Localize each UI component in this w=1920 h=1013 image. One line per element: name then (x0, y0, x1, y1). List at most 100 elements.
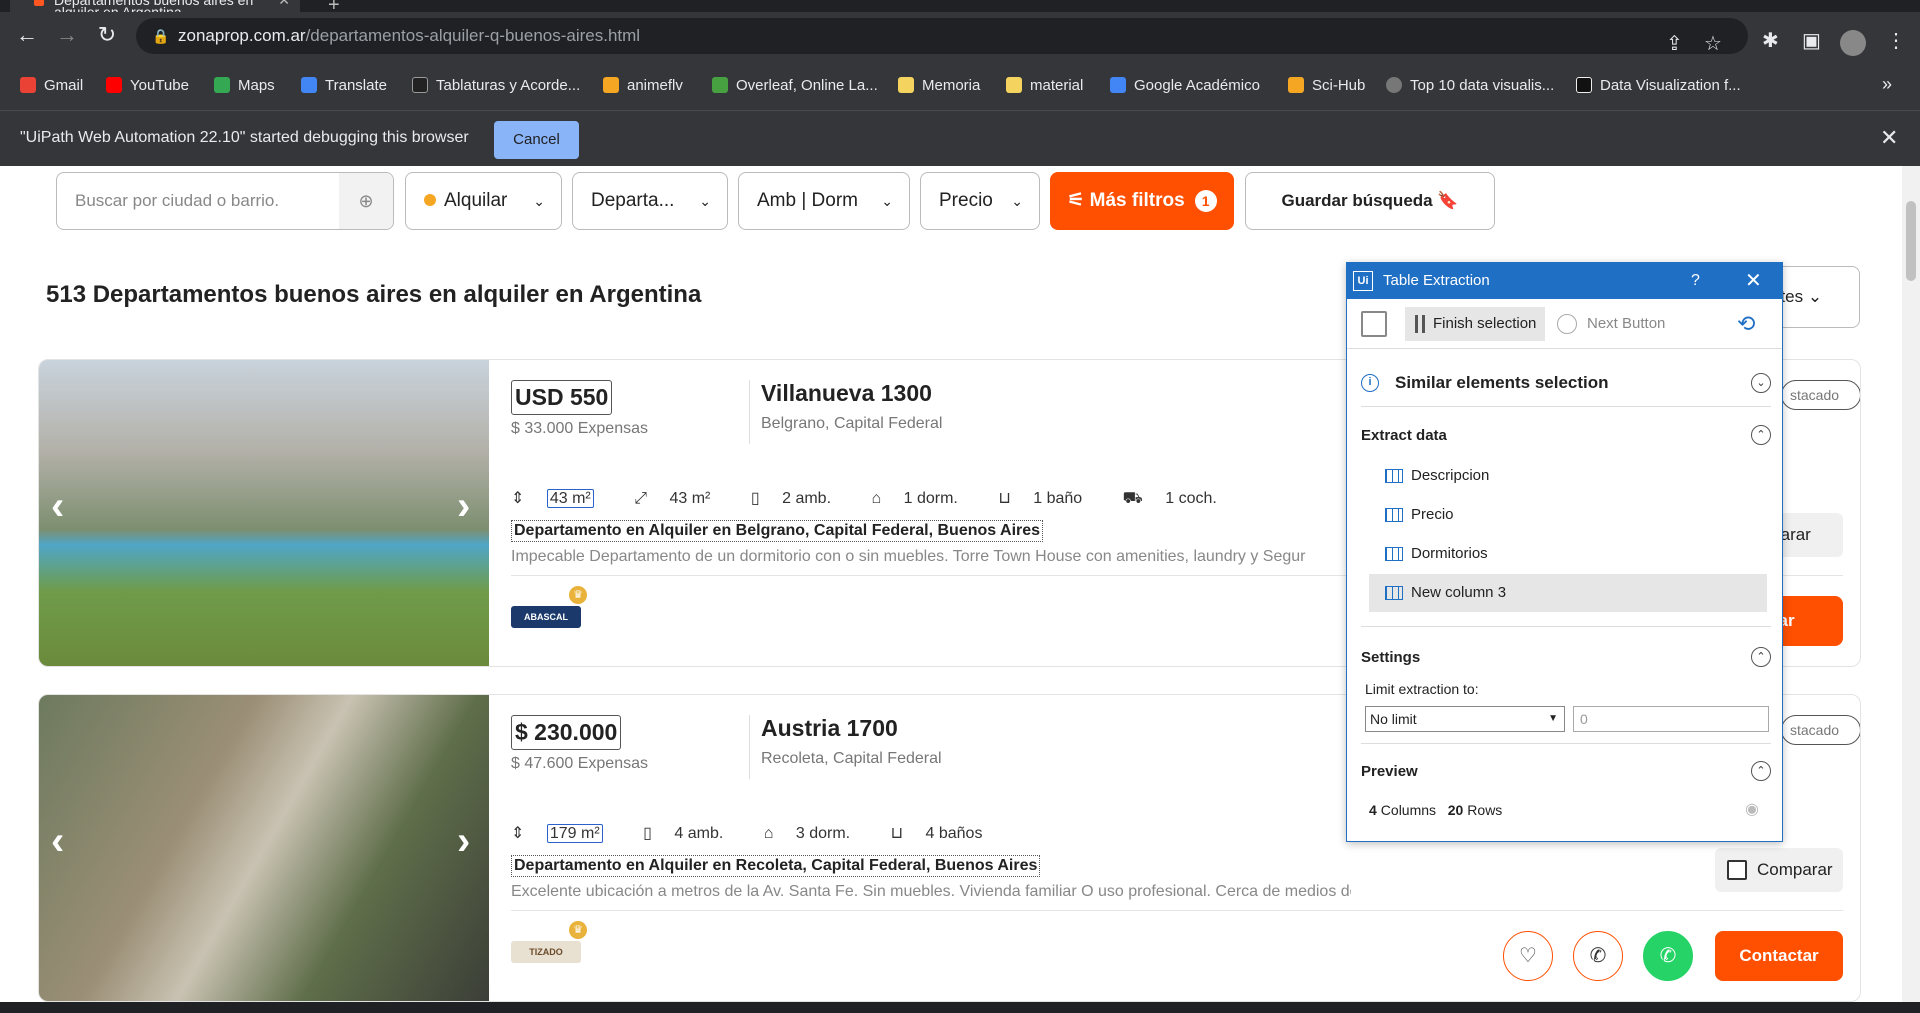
listing-expensas: $ 47.600 Expensas (511, 755, 648, 772)
expand-icon: ⤢ (634, 490, 648, 507)
prev-photo-icon[interactable]: ‹ (51, 819, 64, 864)
bookmark-youtube[interactable]: YouTube (106, 77, 189, 94)
column-item[interactable]: Precio (1369, 496, 1767, 534)
animeflv-icon (603, 77, 619, 93)
sliders-icon: ⚟ (1067, 190, 1090, 211)
more-filters-button[interactable]: ⚟ Más filtros 1 (1050, 172, 1234, 230)
preview-label: Preview (1361, 763, 1418, 780)
bookmark-scihub[interactable]: Sci-Hub (1288, 77, 1365, 94)
column-item[interactable]: Dormitorios (1369, 535, 1767, 573)
page-content: Buscar por ciudad o barrio. ⊕ Alquilar ⌄ … (0, 166, 1920, 1013)
collapse-toggle-icon[interactable]: ⌃ (1751, 647, 1771, 667)
listing-address[interactable]: Austria 1700 (761, 715, 898, 742)
menu-icon[interactable]: ⋮ (1886, 28, 1906, 53)
search-input[interactable]: Buscar por ciudad o barrio. ⊕ (56, 172, 394, 230)
cancel-debug-button[interactable]: Cancel (494, 121, 579, 159)
back-icon[interactable]: ← (12, 22, 42, 48)
lock-icon: 🔒 (152, 28, 170, 44)
column-item[interactable]: New column 3 (1369, 574, 1767, 612)
extensions-icon[interactable]: ✱ (1762, 28, 1779, 53)
bookmark-material[interactable]: material (1006, 77, 1083, 94)
listing-photo[interactable]: ‹ › (39, 695, 489, 1001)
featured-badge: stacado (1781, 380, 1860, 410)
side-panel-icon[interactable]: ▣ (1802, 28, 1821, 53)
bookmark-translate[interactable]: Translate (301, 77, 387, 94)
listing-location: Belgrano, Capital Federal (761, 415, 943, 432)
settings-label: Settings (1361, 649, 1421, 666)
help-icon[interactable]: ? (1691, 263, 1700, 299)
limit-number-input[interactable]: 0 (1573, 706, 1769, 732)
table-column-icon (1385, 547, 1403, 561)
listing-title[interactable]: Departamento en Alquiler en Belgrano, Ca… (511, 520, 1044, 542)
reload-icon[interactable]: ↻ (92, 22, 122, 48)
save-search-button[interactable]: Guardar búsqueda 🔖 (1245, 172, 1495, 230)
save-icon[interactable] (1361, 311, 1387, 337)
checkbox[interactable] (1727, 860, 1747, 880)
operation-dropdown[interactable]: Alquilar ⌄ (405, 172, 562, 230)
bookmark-google-academico[interactable]: Google Académico (1110, 77, 1260, 94)
listing-address[interactable]: Villanueva 1300 (761, 380, 932, 407)
collapse-toggle-icon[interactable]: ⌃ (1751, 761, 1771, 781)
property-type-dropdown[interactable]: Departa... ⌄ (572, 172, 728, 230)
add-location-icon[interactable]: ⊕ (339, 173, 393, 229)
contact-button[interactable]: Contactar (1715, 931, 1843, 981)
bookmark-maps[interactable]: Maps (214, 77, 275, 94)
next-photo-icon[interactable]: › (457, 819, 470, 864)
debug-message: "UiPath Web Automation 22.10" started de… (20, 129, 469, 146)
share-icon[interactable]: ⇪ (1666, 26, 1683, 62)
results-title: 513 Departamentos buenos aires en alquil… (46, 281, 702, 308)
expand-toggle-icon[interactable]: ⌄ (1751, 373, 1771, 393)
price-dropdown[interactable]: Precio ⌄ (920, 172, 1040, 230)
bookmark-top10[interactable]: Top 10 data visualis... (1386, 77, 1554, 94)
debug-infobar: "UiPath Web Automation 22.10" started de… (0, 110, 1920, 166)
bookmark-tablaturas[interactable]: Tablaturas y Acorde... (412, 77, 580, 94)
total-area-feature: ⇕ 43 m² (511, 489, 612, 508)
finish-icon (1415, 315, 1425, 333)
table-column-icon (1385, 586, 1403, 600)
gmail-icon (20, 77, 36, 93)
limit-select[interactable]: No limit ▼ (1365, 706, 1565, 732)
scrollbar-thumb[interactable] (1906, 201, 1916, 281)
bookmark-memoria[interactable]: Memoria (898, 77, 980, 94)
more-bookmarks-icon[interactable]: » (1882, 74, 1892, 95)
close-infobar-icon[interactable]: ✕ (1880, 125, 1898, 151)
prev-photo-icon[interactable]: ‹ (51, 484, 64, 529)
listing-photo[interactable]: ‹ › (39, 360, 489, 666)
close-tab-icon[interactable]: ✕ (278, 0, 290, 7)
refresh-selection-icon[interactable]: ⟲ (1737, 311, 1755, 337)
agency-logo[interactable]: TIZADO (511, 941, 581, 963)
bookmark-overleaf[interactable]: Overleaf, Online La... (712, 77, 878, 94)
chevron-down-icon: ⌄ (1011, 193, 1023, 209)
column-item[interactable]: Descripcion (1369, 457, 1767, 495)
rooms-dropdown[interactable]: Amb | Dorm ⌄ (738, 172, 910, 230)
bookmark-star-icon[interactable]: ☆ (1704, 26, 1722, 62)
favorite-button[interactable]: ♡ (1503, 931, 1553, 981)
panel-toolbar: Finish selection Next Button ⟲ (1347, 299, 1782, 349)
finish-selection-button[interactable]: Finish selection (1405, 307, 1545, 341)
bookmark-animeflv[interactable]: animeflv (603, 77, 683, 94)
overleaf-icon (712, 77, 728, 93)
forward-icon[interactable]: → (52, 22, 82, 48)
listing-title[interactable]: Departamento en Alquiler en Recoleta, Ca… (511, 855, 1041, 877)
compare-checkbox[interactable]: Comparar (1715, 848, 1843, 892)
chevron-down-icon: ⌄ (881, 193, 893, 209)
bookmark-gmail[interactable]: Gmail (20, 77, 83, 94)
address-bar[interactable]: 🔒 zonaprop.com.ar/departamentos-alquiler… (136, 18, 1748, 55)
next-photo-icon[interactable]: › (457, 484, 470, 529)
browser-tab[interactable]: Departamentos buenos aires en alquiler e… (10, 0, 300, 12)
profile-avatar[interactable] (1840, 30, 1866, 56)
agency-logo[interactable]: ABASCAL (511, 606, 581, 628)
scholar-icon (1110, 77, 1126, 93)
whatsapp-button[interactable]: ✆ (1643, 931, 1693, 981)
table-column-icon (1385, 469, 1403, 483)
phone-button[interactable]: ✆ (1573, 931, 1623, 981)
bookmark-data-viz[interactable]: Data Visualization f... (1576, 77, 1741, 94)
zonaprop-favicon-icon (34, 0, 44, 6)
page-scrollbar[interactable] (1902, 166, 1920, 1013)
next-button-button[interactable]: Next Button (1557, 307, 1665, 341)
collapse-toggle-icon[interactable]: ⌃ (1751, 425, 1771, 445)
close-icon[interactable]: ✕ (1745, 263, 1762, 299)
eye-icon[interactable]: ◉ (1745, 799, 1759, 819)
extract-data-label: Extract data (1361, 427, 1447, 444)
url-domain: zonaprop.com.ar (178, 26, 306, 45)
